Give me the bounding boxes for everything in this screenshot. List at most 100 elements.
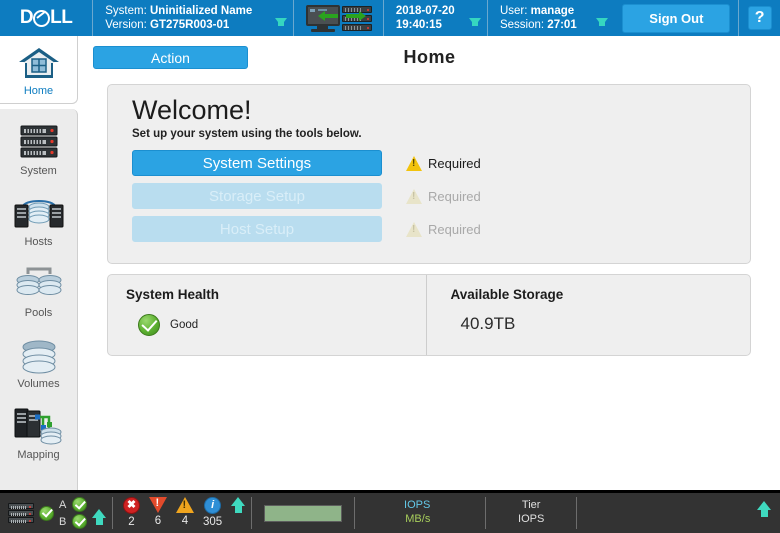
system-value: Uninitialized Name — [149, 4, 253, 17]
performance-mbs-label: MB/s — [405, 513, 431, 525]
dell-logo: D LL — [19, 7, 73, 28]
warning-icon — [176, 497, 194, 513]
enclosure-icon — [8, 503, 34, 523]
alert-count: 305 — [203, 516, 223, 528]
storage-setup-button: Storage Setup — [132, 183, 382, 209]
sidebar-item-hosts[interactable]: Hosts — [0, 184, 77, 255]
tier-group[interactable]: Tier IOPS — [486, 493, 576, 533]
sign-out-container: Sign Out — [614, 0, 738, 36]
tier-iops-label: IOPS — [518, 513, 545, 525]
capacity-meter[interactable] — [252, 493, 354, 533]
system-settings-button[interactable]: System Settings — [132, 150, 382, 176]
alerts-group[interactable]: ✖ 2 6 4 i 305 — [113, 493, 251, 533]
sign-out-button[interactable]: Sign Out — [622, 3, 731, 33]
available-storage-heading: Available Storage — [450, 287, 564, 302]
warning-triangle-icon — [406, 155, 422, 171]
storage-setup-status: Required — [406, 188, 481, 204]
alerts-panel-expand-arrow[interactable] — [231, 497, 246, 513]
setup-row-system-settings: System Settings Required — [132, 150, 750, 176]
alert-critical[interactable]: 6 — [149, 493, 167, 527]
sidebar-item-label: Volumes — [17, 377, 60, 390]
check-circle-icon — [138, 314, 160, 336]
capacity-meter-bar — [264, 504, 343, 522]
error-icon: ✖ — [123, 497, 140, 514]
main-content: Action Home Welcome! Set up your system … — [79, 36, 780, 490]
system-health-heading: System Health — [126, 287, 220, 302]
system-settings-status: Required — [406, 155, 481, 171]
user-session-block: User: manage Session: 27:01 — [488, 0, 614, 36]
system-info-expand-arrow[interactable] — [275, 12, 288, 32]
hosts-icon — [13, 192, 65, 234]
sidebar-item-volumes[interactable]: Volumes — [0, 326, 77, 397]
sidebar-item-label: Hosts — [24, 235, 53, 248]
page-title: Home — [403, 47, 456, 67]
sidebar-nav: Home System Hosts Pools Volumes Mapping — [0, 36, 78, 490]
sidebar-item-mapping[interactable]: Mapping — [0, 397, 77, 468]
check-circle-icon — [72, 514, 87, 529]
status-text: Required — [428, 155, 481, 171]
user-session-expand-arrow[interactable] — [596, 12, 609, 32]
session-label: Session: — [499, 19, 545, 31]
alert-count: 6 — [154, 515, 162, 527]
sidebar-item-label: Mapping — [17, 448, 60, 461]
sidebar-item-label: Pools — [24, 306, 53, 319]
host-setup-status: Required — [406, 221, 481, 237]
performance-iops-label: IOPS — [404, 499, 431, 512]
controller-a-label: A — [59, 498, 67, 511]
system-health-value: Good — [170, 319, 199, 331]
critical-icon — [149, 497, 167, 513]
data-flow-arrows-icon — [318, 11, 367, 21]
mapping-icon — [13, 405, 65, 447]
warning-triangle-icon — [406, 221, 422, 237]
date-value: 2018-07-20 — [395, 4, 455, 17]
system-info-block: System: Uninitialized Name Version: GT27… — [93, 0, 293, 36]
info-icon: i — [204, 497, 222, 514]
version-value: GT275R003-01 — [150, 19, 230, 31]
help-icon[interactable]: ? — [747, 6, 772, 30]
controller-a-status: A — [59, 497, 87, 512]
status-bar-expand-arrow[interactable] — [757, 501, 771, 517]
performance-group[interactable]: IOPS MB/s — [355, 493, 485, 533]
warning-triangle-icon — [406, 188, 422, 204]
session-value: 27:01 — [547, 19, 577, 31]
alert-info[interactable]: i 305 — [203, 493, 222, 528]
sidebar-item-replication[interactable] — [0, 468, 77, 490]
sidebar-item-pools[interactable]: Pools — [0, 255, 77, 326]
controller-panel-expand-arrow[interactable] — [92, 508, 106, 525]
alert-error[interactable]: ✖ 2 — [123, 493, 140, 528]
replication-icon — [14, 483, 64, 491]
house-icon — [17, 43, 61, 85]
available-storage-section: Available Storage 40.9TB — [425, 275, 751, 355]
welcome-panel: Welcome! Set up your system using the to… — [107, 84, 751, 264]
system-health-section: System Health Good — [108, 275, 426, 355]
host-setup-button: Host Setup — [132, 216, 382, 242]
setup-row-host-setup: Host Setup Required — [132, 216, 750, 242]
enclosure-health-icon — [39, 505, 54, 521]
user-label: User: — [499, 4, 528, 17]
system-label: System: — [105, 4, 147, 17]
status-text: Required — [428, 221, 481, 237]
dell-logo-o — [33, 9, 51, 27]
application-window: D LL System: Uninitialized Name Version: … — [0, 0, 780, 533]
sidebar-item-label: Home — [23, 84, 54, 97]
volumes-icon — [15, 334, 63, 376]
system-status-panel: System Health Good Available Storage 40.… — [107, 274, 751, 356]
datetime-expand-arrow[interactable] — [469, 12, 482, 32]
controller-b-label: B — [59, 515, 67, 528]
welcome-title: Welcome! — [132, 95, 252, 125]
alert-count: 4 — [181, 515, 189, 527]
status-bar: A B ✖ 2 6 4 — [0, 490, 780, 533]
controller-status-group[interactable]: A B — [0, 493, 112, 533]
sidebar-item-home[interactable]: Home — [0, 36, 78, 104]
pools-icon — [14, 263, 64, 305]
check-circle-icon — [72, 497, 87, 512]
time-value: 19:40:15 — [395, 19, 442, 31]
sidebar-item-label: System — [20, 164, 57, 177]
sidebar-item-system[interactable]: System — [0, 113, 77, 184]
alert-warning[interactable]: 4 — [176, 493, 194, 527]
help-container: ? — [739, 0, 780, 36]
available-storage-value: 40.9TB — [460, 314, 516, 333]
status-text: Required — [428, 188, 481, 204]
setup-row-storage-setup: Storage Setup Required — [132, 183, 750, 209]
app-header: D LL System: Uninitialized Name Version: … — [0, 0, 780, 36]
